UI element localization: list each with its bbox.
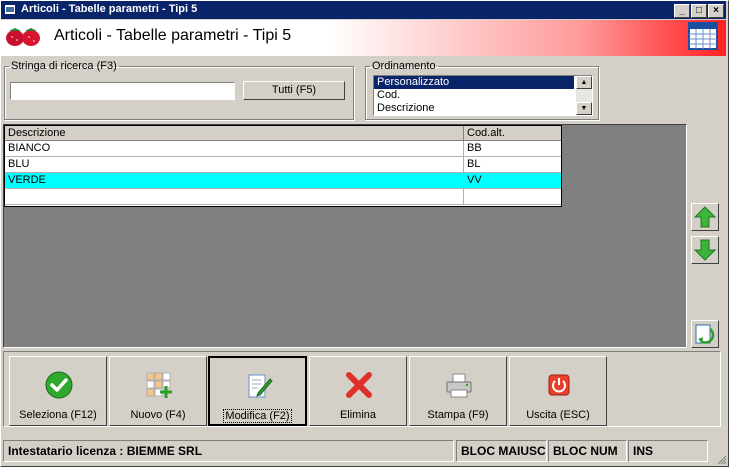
cell-descrizione: BLU — [5, 157, 464, 172]
nuovo-label: Nuovo (F4) — [130, 409, 186, 421]
ordering-listbox[interactable]: Personalizzato Cod. Descrizione ▲ ▼ — [373, 75, 593, 116]
stampa-button[interactable]: Stampa (F9) — [409, 356, 507, 426]
search-input[interactable] — [10, 82, 235, 100]
all-button[interactable]: Tutti (F5) — [243, 81, 345, 100]
ordering-option-descrizione[interactable]: Descrizione — [374, 102, 574, 115]
arrow-up-icon — [693, 206, 717, 228]
modifica-label: Modifica (F2) — [223, 409, 292, 423]
data-grid[interactable]: Descrizione Cod.alt. BIANCO BB BLU BL VE… — [4, 125, 562, 207]
modifica-button[interactable]: Modifica (F2) — [208, 356, 307, 426]
page-title: Articoli - Tabelle parametri - Tipi 5 — [54, 27, 292, 44]
grid-header: Descrizione Cod.alt. — [5, 126, 561, 141]
table-row[interactable]: BIANCO BB — [5, 141, 561, 157]
refresh-icon — [695, 324, 715, 344]
move-up-button[interactable] — [691, 203, 719, 231]
seleziona-button[interactable]: Seleziona (F12) — [9, 356, 107, 426]
calendar-icon[interactable] — [688, 22, 718, 50]
elimina-label: Elimina — [339, 409, 377, 421]
app-icon — [4, 4, 16, 15]
move-down-button[interactable] — [691, 236, 719, 264]
printer-icon — [446, 373, 472, 398]
stampa-label: Stampa (F9) — [427, 409, 489, 421]
table-row-selected[interactable]: VERDE VV — [5, 173, 561, 189]
new-grid-icon — [146, 372, 172, 398]
table-row[interactable]: BLU BL — [5, 157, 561, 173]
nuovo-button[interactable]: Nuovo (F4) — [109, 356, 207, 426]
arrow-down-icon — [693, 239, 717, 261]
ordering-option-personalizzato[interactable]: Personalizzato — [374, 76, 574, 89]
ordering-legend: Ordinamento — [372, 60, 436, 72]
cell-descrizione: VERDE — [5, 173, 464, 188]
status-license: Intestatario licenza : BIEMME SRL — [3, 440, 454, 462]
table-row-empty[interactable] — [5, 189, 561, 205]
check-icon — [45, 371, 73, 399]
uscita-button[interactable]: Uscita (ESC) — [509, 356, 607, 426]
cell-cod-alt: BB — [467, 142, 482, 154]
uscita-label: Uscita (ESC) — [526, 409, 590, 421]
cell-cod-alt: BL — [467, 158, 481, 170]
title-bar[interactable]: Articoli - Tabelle parametri - Tipi 5 _ … — [1, 1, 726, 19]
scroll-down-arrow-icon[interactable]: ▼ — [576, 102, 592, 115]
header-banner: Articoli - Tabelle parametri - Tipi 5 — [1, 20, 726, 56]
power-exit-icon — [548, 374, 570, 396]
column-header-cod-alt[interactable]: Cod.alt. — [464, 126, 561, 140]
delete-x-icon — [346, 372, 372, 398]
elimina-button[interactable]: Elimina — [309, 356, 407, 426]
ordering-option-cod[interactable]: Cod. — [374, 89, 574, 102]
edit-pencil-icon — [248, 374, 273, 398]
scroll-up-arrow-icon[interactable]: ▲ — [576, 76, 592, 89]
status-num-lock: BLOC NUM — [548, 440, 627, 462]
maximize-button[interactable]: □ — [691, 4, 707, 18]
strawberry-logo-icon — [6, 28, 40, 46]
refresh-button[interactable] — [691, 320, 719, 348]
cell-cod-alt: VV — [467, 174, 482, 186]
search-legend: Stringa di ricerca (F3) — [11, 60, 117, 72]
cell-cod-alt — [464, 189, 561, 204]
resize-grip-icon[interactable] — [715, 453, 727, 465]
window-title: Articoli - Tabelle parametri - Tipi 5 — [21, 3, 198, 15]
close-button[interactable]: × — [708, 4, 724, 18]
cell-descrizione — [5, 189, 464, 204]
minimize-button[interactable]: _ — [674, 4, 690, 18]
ordering-scrollbar[interactable]: ▲ ▼ — [576, 76, 592, 115]
cell-descrizione: BIANCO — [5, 141, 464, 156]
status-insert: INS — [628, 440, 708, 462]
seleziona-label: Seleziona (F12) — [19, 409, 97, 421]
column-header-descrizione[interactable]: Descrizione — [5, 126, 464, 140]
status-caps-lock: BLOC MAIUSC — [456, 440, 547, 462]
